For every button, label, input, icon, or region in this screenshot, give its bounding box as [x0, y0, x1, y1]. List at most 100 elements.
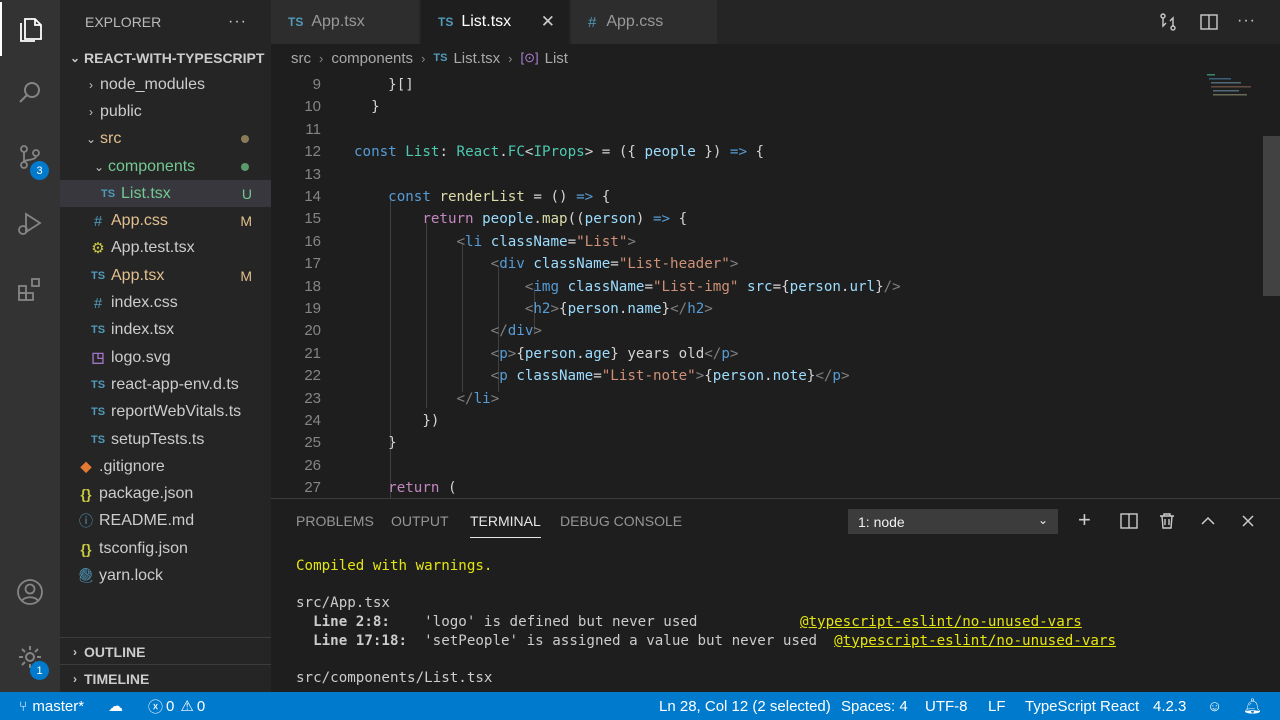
tree-item-label: App.css [111, 212, 168, 230]
git-branch-icon: ⑂ [19, 698, 28, 714]
tree-item-report-web-vitals[interactable]: TS reportWebVitals.ts [60, 399, 271, 426]
branch-name: master* [32, 697, 85, 715]
tab-app-tsx[interactable]: TS App.tsx [271, 0, 419, 44]
tree-item-label: node_modules [100, 75, 205, 93]
terminal-select[interactable]: 1: node ⌄ [848, 509, 1058, 534]
typescript-file-icon: TS [90, 378, 106, 391]
search-icon[interactable] [0, 66, 60, 120]
split-editor-icon[interactable] [1199, 12, 1219, 32]
timeline-title: TIMELINE [84, 670, 150, 687]
terminal-rule-link[interactable]: @typescript-eslint/no-unused-vars [800, 614, 1082, 630]
terminal-rule-link[interactable]: @typescript-eslint/no-unused-vars [834, 633, 1116, 649]
extensions-icon[interactable] [0, 262, 60, 316]
tab-label: App.tsx [311, 13, 365, 30]
explorer-icon[interactable] [0, 2, 60, 56]
close-tab-icon[interactable]: ✕ [541, 12, 555, 32]
timeline-section[interactable]: › TIMELINE [60, 664, 271, 692]
warning-icon: ⚠ [180, 698, 194, 715]
terminal-select-value: 1: node [858, 513, 905, 530]
outline-header[interactable]: › OUTLINE [60, 638, 271, 665]
tree-item-label: react-app-env.d.ts [111, 375, 239, 393]
tree-item-readme[interactable]: ⓘ README.md [60, 508, 271, 535]
language-mode[interactable]: TypeScript React [1025, 692, 1139, 720]
tree-item-gitignore[interactable]: ◆ .gitignore [60, 453, 271, 480]
tab-terminal[interactable]: TERMINAL [470, 513, 541, 538]
tree-item-index-css[interactable]: # index.css [60, 289, 271, 316]
breadcrumb-src[interactable]: src [291, 50, 311, 67]
outline-title: OUTLINE [84, 643, 146, 660]
tree-item-tsconfig[interactable]: {} tsconfig.json [60, 535, 271, 562]
minimap[interactable] [1205, 72, 1265, 498]
close-panel-icon[interactable] [1238, 511, 1258, 531]
new-terminal-icon[interactable]: + [1078, 507, 1098, 532]
scm-badge: 3 [30, 161, 49, 180]
terminal-warning-msg: 'setPeople' is assigned a value but neve… [407, 632, 818, 649]
breadcrumb-symbol[interactable]: List [545, 50, 568, 67]
tab-app-css[interactable]: # App.css [571, 0, 717, 44]
tree-item-label: index.tsx [111, 321, 175, 339]
notifications-bell-icon[interactable]: 🔔︎ [1243, 692, 1262, 720]
tree-item-label: README.md [99, 512, 195, 530]
tree-item-list-tsx[interactable]: TS List.tsx U [60, 180, 271, 208]
tab-output[interactable]: OUTPUT [391, 513, 449, 529]
chevron-down-icon: ⌄ [1037, 513, 1048, 527]
tree-item-label: package.json [99, 485, 194, 503]
css-file-icon: # [93, 294, 103, 312]
source-control-icon[interactable]: 3 [0, 130, 60, 184]
end-of-line[interactable]: LF [988, 692, 1006, 720]
tree-item-app-test-tsx[interactable]: ⚙ App.test.tsx [60, 235, 271, 262]
editor-scrollbar[interactable] [1263, 136, 1280, 296]
feedback-icon[interactable]: ☺ [1207, 692, 1222, 720]
breadcrumb-components[interactable]: components [331, 50, 413, 67]
problems-item[interactable]: ⓧ 0 ⚠ 0 [148, 692, 205, 720]
chevron-right-icon: › [89, 104, 93, 119]
split-terminal-icon[interactable] [1119, 511, 1139, 531]
json-file-icon: {} [80, 540, 92, 557]
chevron-right-icon: › [89, 77, 93, 92]
editor-tab-bar: TS App.tsx TS List.tsx ✕ # App.css ··· [271, 0, 1280, 44]
tree-item-public[interactable]: › public [60, 98, 271, 125]
typescript-file-icon: TS [90, 433, 106, 446]
sync-icon[interactable]: ☁ [108, 692, 123, 720]
maximize-panel-icon[interactable] [1198, 511, 1218, 531]
trash-icon[interactable] [1157, 511, 1177, 531]
tree-item-index-tsx[interactable]: TS index.tsx [60, 317, 271, 344]
tab-problems[interactable]: PROBLEMS [296, 513, 374, 529]
tree-item-src[interactable]: ⌄ src [60, 126, 271, 153]
tree-item-label: logo.svg [111, 348, 171, 366]
branch-item[interactable]: ⑂ master* [19, 692, 84, 720]
encoding[interactable]: UTF-8 [925, 692, 968, 720]
tab-debug-console[interactable]: DEBUG CONSOLE [560, 513, 682, 529]
code-editor[interactable]: 9 }[] 10 } 11 12 const List: React.FC<IPr… [271, 72, 1280, 498]
git-file-icon: ◆ [80, 458, 92, 475]
svg-file-icon: ◳ [91, 349, 105, 366]
tree-item-label: .gitignore [99, 457, 165, 475]
more-actions-icon[interactable]: ··· [228, 13, 247, 31]
cursor-position[interactable]: Ln 28, Col 12 (2 selected) [659, 692, 831, 720]
timeline-header[interactable]: › TIMELINE [60, 665, 271, 692]
tree-item-node-modules[interactable]: › node_modules [60, 71, 271, 98]
tree-item-setup-tests[interactable]: TS setupTests.ts [60, 426, 271, 453]
open-changes-icon[interactable] [1158, 12, 1178, 32]
tree-item-package-json[interactable]: {} package.json [60, 480, 271, 507]
tree-item-components[interactable]: ⌄ components [60, 153, 271, 180]
settings-gear-icon[interactable]: 1 [0, 630, 60, 684]
typescript-file-icon: TS [438, 15, 454, 29]
editor-more-icon[interactable]: ··· [1237, 12, 1257, 32]
ts-version[interactable]: 4.2.3 [1153, 692, 1186, 720]
terminal-output[interactable]: Compiled with warnings. src/App.tsx Line… [296, 557, 1116, 688]
run-debug-icon[interactable] [0, 196, 60, 250]
indentation[interactable]: Spaces: 4 [841, 692, 908, 720]
tree-item-logo-svg[interactable]: ◳ logo.svg [60, 344, 271, 371]
account-icon[interactable] [0, 565, 60, 619]
typescript-file-icon: TS [90, 324, 106, 337]
file-tree: › node_modules › public ⌄ src ⌄ componen… [60, 71, 271, 590]
tree-item-app-css[interactable]: # App.css M [60, 207, 271, 234]
project-header[interactable]: ⌄ REACT-WITH-TYPESCRIPT [60, 44, 271, 71]
outline-section[interactable]: › OUTLINE [60, 637, 271, 665]
tab-list-tsx[interactable]: TS List.tsx ✕ [421, 0, 569, 44]
tree-item-app-tsx[interactable]: TS App.tsx M [60, 262, 271, 289]
tree-item-yarn-lock[interactable]: 🧶︎ yarn.lock [60, 562, 271, 589]
tree-item-react-app-env[interactable]: TS react-app-env.d.ts [60, 371, 271, 398]
breadcrumb-file[interactable]: List.tsx [453, 50, 500, 67]
